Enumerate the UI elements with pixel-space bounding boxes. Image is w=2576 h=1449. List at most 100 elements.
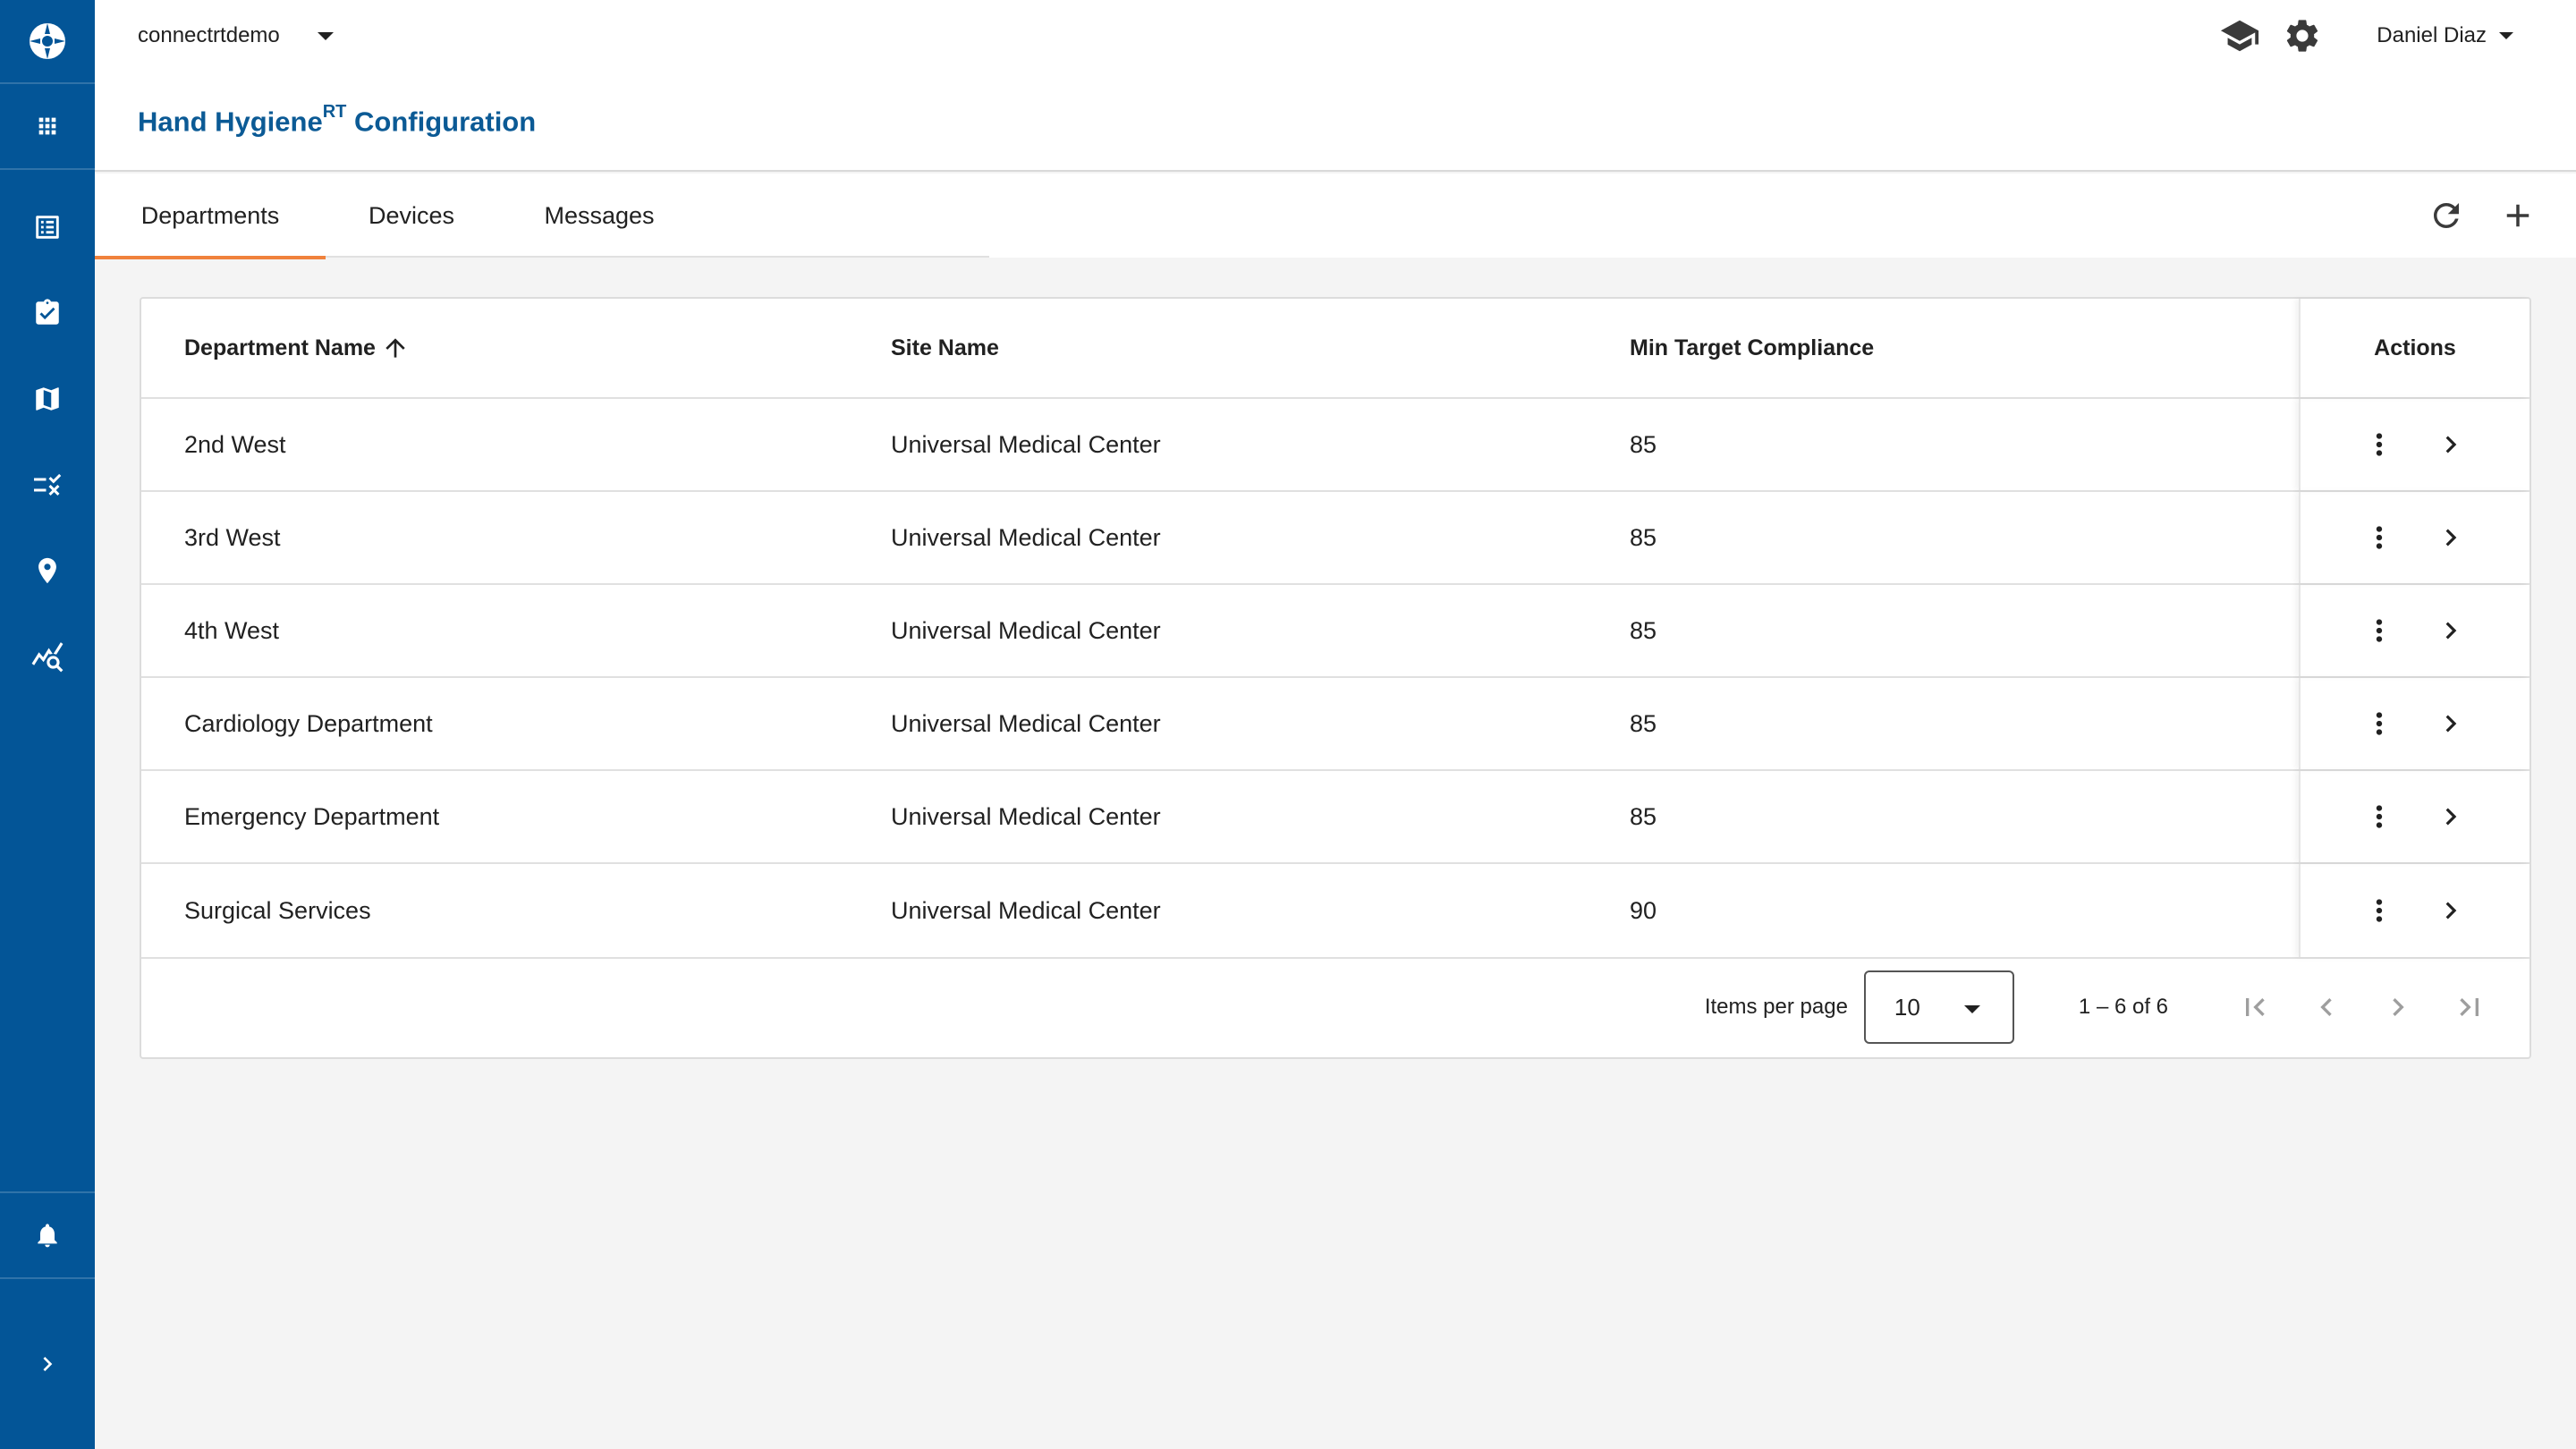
open-row-button[interactable]: [2431, 518, 2470, 557]
sidebar-item-locations[interactable]: [0, 528, 95, 614]
open-row-button[interactable]: [2431, 797, 2470, 836]
cell-compliance: 85: [1630, 430, 1657, 458]
list-icon: [36, 216, 59, 239]
table-row[interactable]: Cardiology Department Universal Medical …: [141, 678, 2529, 771]
map-icon: [36, 387, 59, 411]
gear-icon: [2287, 20, 2318, 52]
apps-icon: [38, 117, 56, 135]
first-page-icon: [2246, 998, 2265, 1016]
column-header-site[interactable]: Site Name: [891, 335, 999, 361]
paginator: Items per page 10 1 – 6 of 6: [141, 957, 2529, 1057]
column-header-compliance[interactable]: Min Target Compliance: [1630, 335, 1874, 361]
tenant-label: connectrtdemo: [138, 23, 280, 47]
chevron-right-icon: [2445, 902, 2457, 919]
last-page-button[interactable]: [2445, 983, 2494, 1031]
cell-department: Emergency Department: [184, 802, 440, 830]
more-vert-icon: [2376, 712, 2383, 735]
column-header-department[interactable]: Department Name: [184, 334, 410, 362]
sidebar-item-rules[interactable]: [0, 442, 95, 528]
departments-table: Department Name Site Name Min Target Com…: [140, 297, 2531, 1059]
cell-site: Universal Medical Center: [891, 616, 1161, 644]
more-menu-button[interactable]: [2360, 611, 2399, 650]
more-vert-icon: [2376, 805, 2383, 828]
cell-department: 4th West: [184, 616, 280, 644]
row-actions: [2299, 585, 2529, 676]
sidebar-expand-button[interactable]: [0, 1279, 95, 1449]
more-vert-icon: [2376, 619, 2383, 642]
page-title-suffix: Configuration: [346, 106, 537, 138]
tab-devices[interactable]: Devices: [326, 174, 497, 258]
more-menu-button[interactable]: [2360, 891, 2399, 930]
chevron-right-icon: [43, 1357, 53, 1371]
more-menu-button[interactable]: [2360, 704, 2399, 743]
refresh-button[interactable]: [2424, 193, 2469, 238]
table-row[interactable]: 4th West Universal Medical Center 85: [141, 585, 2529, 678]
chevron-right-icon: [2445, 715, 2457, 733]
page-range-label: 1 – 6 of 6: [2078, 995, 2168, 1019]
header-actions: Daniel Diaz: [2217, 16, 2513, 55]
page-title: Hand HygieneRT Configuration: [138, 102, 537, 138]
app-logo[interactable]: [0, 0, 95, 84]
last-page-icon: [2460, 998, 2479, 1016]
bell-icon: [38, 1224, 57, 1248]
sidebar: [0, 0, 95, 1449]
cell-site: Universal Medical Center: [891, 896, 1161, 924]
sort-arrow-up-icon: [386, 338, 405, 358]
sidebar-item-assignments[interactable]: [0, 270, 95, 356]
items-per-page-select[interactable]: 10: [1863, 970, 2014, 1044]
cell-compliance: 90: [1630, 896, 1657, 924]
items-per-page-label: Items per page: [1704, 995, 1848, 1019]
cell-compliance: 85: [1630, 802, 1657, 830]
training-button[interactable]: [2217, 16, 2262, 55]
cell-site: Universal Medical Center: [891, 709, 1161, 737]
settings-button[interactable]: [2280, 16, 2325, 55]
analytics-search-icon: [31, 642, 64, 673]
more-menu-button[interactable]: [2360, 797, 2399, 836]
open-row-button[interactable]: [2431, 891, 2470, 930]
table-row[interactable]: 3rd West Universal Medical Center 85: [141, 492, 2529, 585]
first-page-button[interactable]: [2231, 983, 2279, 1031]
sidebar-item-map[interactable]: [0, 356, 95, 442]
sidebar-item-apps[interactable]: [0, 84, 95, 170]
cell-site: Universal Medical Center: [891, 430, 1161, 458]
tab-departments[interactable]: Departments: [95, 174, 326, 259]
cell-department: 2nd West: [184, 430, 286, 458]
cell-department: 3rd West: [184, 523, 281, 551]
add-button[interactable]: [2496, 193, 2540, 238]
sidebar-item-analytics[interactable]: [0, 614, 95, 699]
table-row[interactable]: Emergency Department Universal Medical C…: [141, 771, 2529, 864]
row-actions: [2299, 399, 2529, 490]
more-menu-button[interactable]: [2360, 425, 2399, 464]
column-header-actions: Actions: [2299, 299, 2529, 397]
open-row-button[interactable]: [2431, 425, 2470, 464]
row-actions: [2299, 492, 2529, 583]
tab-actions: [2397, 193, 2540, 238]
more-menu-button[interactable]: [2360, 518, 2399, 557]
tenant-selector[interactable]: connectrtdemo: [138, 21, 334, 50]
table-row[interactable]: 2nd West Universal Medical Center 85: [141, 399, 2529, 492]
open-row-button[interactable]: [2431, 704, 2470, 743]
open-row-button[interactable]: [2431, 611, 2470, 650]
user-menu[interactable]: Daniel Diaz: [2377, 23, 2513, 48]
graduation-cap-icon: [2221, 20, 2259, 52]
cell-department: Cardiology Department: [184, 709, 433, 737]
rule-icon: [34, 473, 62, 496]
assignment-check-icon: [36, 299, 59, 325]
header: connectrtdemo Daniel Diaz Hand HygieneRT…: [95, 0, 2576, 172]
next-page-button[interactable]: [2374, 983, 2422, 1031]
chevron-right-icon: [2445, 808, 2457, 826]
page-title-superscript: RT: [322, 102, 347, 122]
tab-messages[interactable]: Messages: [497, 174, 701, 258]
more-vert-icon: [2376, 899, 2383, 922]
column-header-actions-label: Actions: [2374, 335, 2456, 360]
table-header: Department Name Site Name Min Target Com…: [141, 299, 2529, 399]
caret-down-icon: [317, 31, 334, 40]
user-name: Daniel Diaz: [2377, 23, 2487, 47]
chevron-right-icon: [2393, 998, 2404, 1016]
sidebar-item-list[interactable]: [0, 170, 95, 270]
table-row[interactable]: Surgical Services Universal Medical Cent…: [141, 864, 2529, 959]
more-vert-icon: [2376, 433, 2383, 456]
row-actions: [2299, 678, 2529, 769]
sidebar-item-notifications[interactable]: [0, 1191, 95, 1279]
previous-page-button[interactable]: [2302, 983, 2351, 1031]
